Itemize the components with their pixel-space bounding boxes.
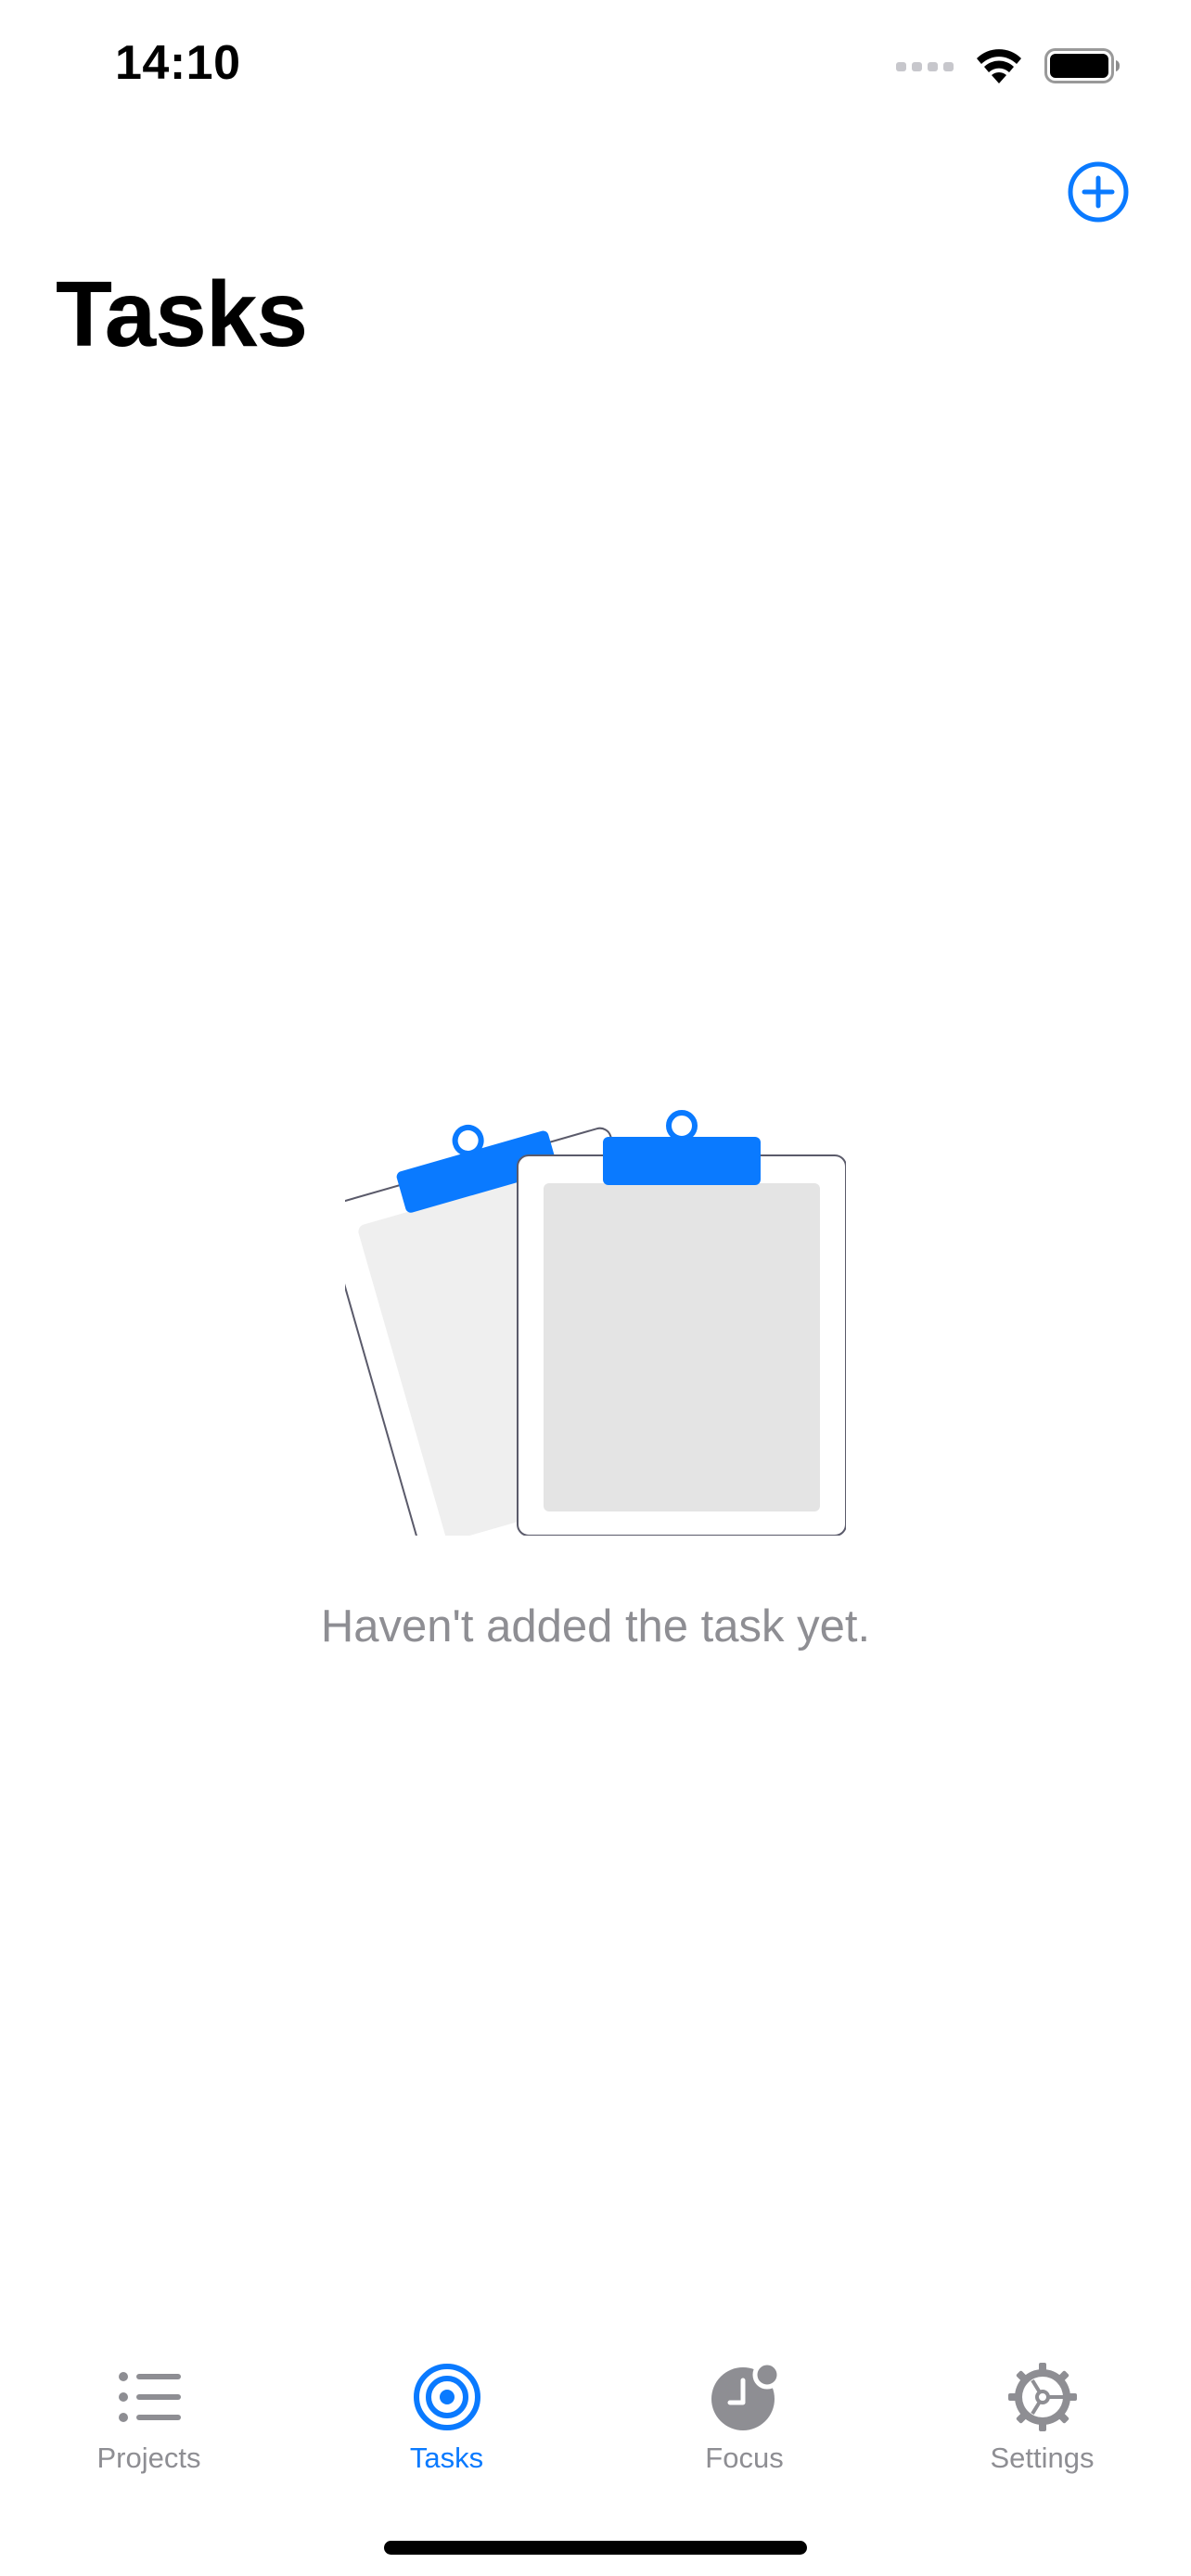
tab-label-focus: Focus <box>705 2442 784 2474</box>
status-time: 14:10 <box>115 36 241 90</box>
clipboards-illustration <box>345 1110 846 1536</box>
tab-label-tasks: Tasks <box>409 2442 484 2474</box>
home-indicator[interactable] <box>384 2541 807 2555</box>
empty-state-message: Haven't added the task yet. <box>320 1601 871 1651</box>
status-icons <box>896 46 1121 85</box>
tab-bar: Projects Tasks Focus Settings <box>0 2332 1191 2504</box>
target-icon <box>413 2364 480 2430</box>
battery-icon <box>1044 48 1120 83</box>
tab-projects[interactable]: Projects <box>0 2332 298 2504</box>
clock-icon <box>711 2362 780 2430</box>
cellular-signal-icon <box>896 62 954 71</box>
list-icon <box>118 2372 181 2422</box>
tab-label-projects: Projects <box>96 2442 201 2474</box>
gear-icon <box>1007 2363 1077 2431</box>
add-task-button[interactable] <box>1067 160 1130 223</box>
tab-focus[interactable]: Focus <box>596 2332 893 2504</box>
tab-settings[interactable]: Settings <box>893 2332 1191 2504</box>
tab-label-settings: Settings <box>990 2442 1095 2474</box>
tab-tasks[interactable]: Tasks <box>298 2332 596 2504</box>
wifi-icon <box>977 49 1021 83</box>
plus-circle-icon <box>1068 161 1129 223</box>
page-title: Tasks <box>56 262 308 366</box>
status-bar: 14:10 <box>0 0 1191 139</box>
